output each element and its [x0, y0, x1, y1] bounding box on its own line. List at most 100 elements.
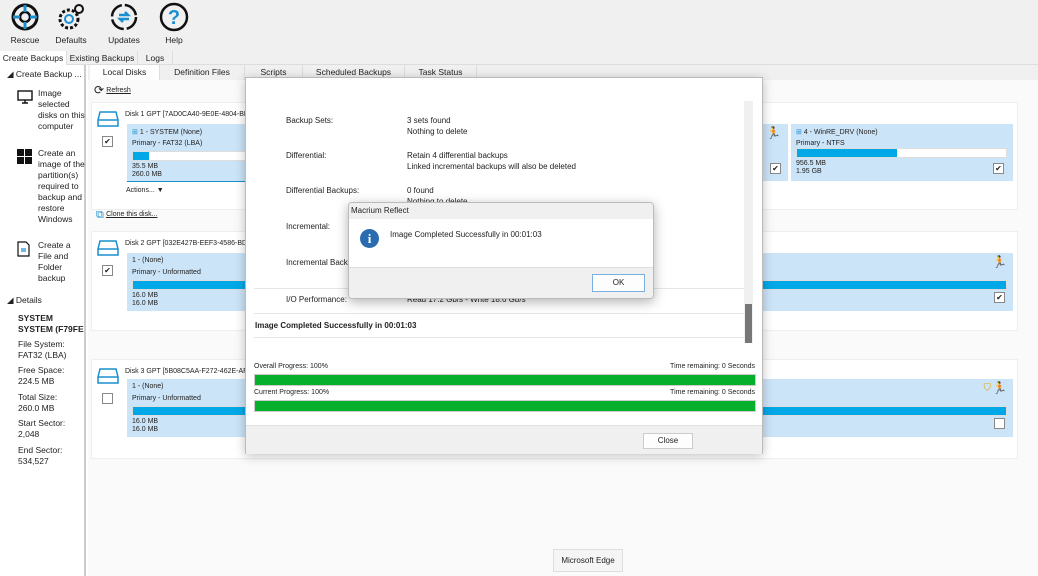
create-backup-section[interactable]: ◢ Create Backup ... — [7, 69, 82, 80]
scrollbar[interactable] — [744, 101, 753, 343]
windows-icon: ⊞ — [796, 129, 802, 136]
refresh-icon: ⟳ — [94, 83, 105, 97]
disk-title: Disk 2 GPT [032E427B-EEF3-4586-BD5F-D — [125, 240, 263, 247]
message-text: Image Completed Successfully in 00:01:03 — [390, 230, 542, 239]
message-box-title: Macrium Reflect — [349, 203, 653, 219]
partition-type: Primary - Unformatted — [132, 395, 201, 402]
end-sector: End Sector: 534,527 — [18, 445, 63, 466]
task-image-windows[interactable]: Create an image of the partition(s) requ… — [38, 148, 86, 225]
tab-create-backups[interactable]: Create Backups — [0, 51, 67, 65]
disk-title: Disk 1 GPT [7AD0CA40-9E0E-4804-BE1D- — [125, 111, 260, 118]
details-section[interactable]: ◢ Details — [7, 295, 42, 306]
running-icon: 🏃 — [766, 126, 781, 140]
row-value-line: Linked incremental backups will also be … — [407, 162, 576, 171]
row-value-line: Retain 4 differential backups — [407, 151, 508, 160]
defaults-button[interactable]: Defaults — [49, 2, 93, 45]
free-space: Free Space: 224.5 MB — [18, 365, 65, 386]
task-file-folder[interactable]: Create a File and Folder backup — [38, 240, 86, 284]
close-button[interactable]: Close — [643, 433, 693, 449]
actions-dropdown[interactable]: Actions... ▼ — [126, 187, 164, 194]
task-image-disks[interactable]: Image selected disks on this computer — [38, 88, 86, 132]
current-progress-label: Current Progress: 100% — [254, 389, 330, 396]
ok-button[interactable]: OK — [592, 274, 645, 292]
disk-icon — [97, 111, 119, 127]
info-icon: i — [360, 229, 379, 248]
file-icon — [17, 241, 30, 257]
message-box: Macrium Reflect i Image Completed Succes… — [348, 202, 654, 299]
clone-icon: ⧉ — [96, 209, 104, 221]
overall-progress-label: Overall Progress: 100% — [254, 363, 328, 370]
start-sector: Start Sector: 2,048 — [18, 418, 66, 439]
top-tabs: Create Backups Existing Backups Logs — [0, 51, 1038, 65]
rescue-button[interactable]: Rescue — [3, 2, 47, 45]
row-label: Differential Backups: — [286, 186, 360, 195]
overall-progress-bar — [254, 374, 756, 386]
details-name: SYSTEMSYSTEM (F79FE6ED-38B4- — [18, 313, 84, 334]
partition-name: ⊞ 4 - WinRE_DRV (None) — [796, 129, 878, 136]
partition-1[interactable]: ⊞ 1 - SYSTEM (None) Primary - FAT32 (LBA… — [127, 124, 257, 182]
row-label: Differential: — [286, 151, 327, 160]
partition-size: 16.0 MB 16.0 MB — [132, 292, 159, 307]
svg-text:?: ? — [168, 7, 180, 29]
tab-definition-files[interactable]: Definition Files — [160, 65, 245, 80]
disk-icon — [97, 240, 119, 256]
running-icon: 🏃 — [992, 381, 1007, 395]
partition-checkbox[interactable] — [994, 418, 1005, 429]
monitor-icon — [17, 90, 33, 104]
partition-checkbox[interactable]: ✔ — [993, 163, 1004, 174]
message-box-footer: OK — [349, 267, 653, 298]
partition-type: Primary - Unformatted — [132, 269, 201, 276]
overall-time-remaining: Time remaining: 0 Seconds — [670, 363, 755, 370]
disk-checkbox[interactable]: ✔ — [102, 265, 113, 276]
question-icon: ? — [159, 2, 189, 32]
row-value: 3 sets found Nothing to delete — [407, 115, 468, 137]
partition-name: 1 - (None) — [132, 257, 164, 264]
partition-type: Primary - NTFS — [796, 140, 845, 147]
current-time-remaining: Time remaining: 0 Seconds — [670, 389, 755, 396]
row-value-line: 3 sets found — [407, 116, 451, 125]
usage-bar — [132, 151, 251, 161]
tab-existing-backups[interactable]: Existing Backups — [67, 51, 138, 65]
gears-icon — [58, 4, 84, 30]
refresh-icon — [110, 3, 138, 31]
usage-bar — [796, 148, 1007, 158]
partition-3[interactable]: 🏃 ✔ — [760, 124, 788, 181]
disk-checkbox[interactable]: ✔ — [102, 136, 113, 147]
partition-checkbox[interactable]: ✔ — [770, 163, 781, 174]
row-value-line: 0 found — [407, 186, 434, 195]
help-button[interactable]: ? Help — [152, 2, 196, 45]
partition-name: ⊞ 1 - SYSTEM (None) — [132, 129, 203, 136]
row-label: Incremental: — [286, 222, 331, 231]
partition-size: 956.5 MB 1.95 GB — [796, 160, 826, 175]
summary-text: Image Completed Successfully in 00:01:03 — [255, 321, 417, 330]
running-icon: 🏃 — [992, 255, 1007, 269]
refresh-button[interactable]: ⟳ Refresh — [94, 83, 131, 97]
windows-icon: ⊞ — [132, 129, 138, 136]
total-size: Total Size: 260.0 MB — [18, 392, 58, 413]
partition-type: Primary - FAT32 (LBA) — [132, 140, 203, 147]
file-system: File System: FAT32 (LBA) — [18, 339, 67, 360]
taskbar-tooltip: Microsoft Edge — [553, 549, 623, 572]
tab-local-disks[interactable]: Local Disks — [90, 65, 160, 80]
clone-disk-link[interactable]: ⧉ Clone this disk... — [96, 209, 157, 222]
partition-size: 35.5 MB 260.0 MB — [132, 163, 162, 178]
row-value: Retain 4 differential backups Linked incr… — [407, 150, 576, 172]
disk-title: Disk 3 GPT [5B08C5AA-F272-462E-AFE1- — [125, 368, 259, 375]
lifebuoy-icon — [11, 3, 39, 31]
tab-logs[interactable]: Logs — [138, 51, 173, 65]
row-label: I/O Performance: — [286, 295, 347, 304]
row-value-line: Nothing to delete — [407, 127, 468, 136]
left-pane: ◢ Create Backup ... Image selected disks… — [0, 65, 86, 576]
windows-icon — [17, 149, 32, 164]
current-progress-bar — [254, 400, 756, 412]
partition-4[interactable]: ⊞ 4 - WinRE_DRV (None) Primary - NTFS 95… — [791, 124, 1013, 181]
disk-icon — [97, 368, 119, 384]
toolbar: Rescue Defaults Updates ? Help — [0, 0, 1038, 51]
partition-name: 1 - (None) — [132, 383, 164, 390]
dialog-footer: Close — [246, 425, 762, 454]
disk-checkbox[interactable] — [102, 393, 113, 404]
updates-button[interactable]: Updates — [102, 2, 146, 45]
partition-size: 16.0 MB 16.0 MB — [132, 418, 159, 433]
shield-icon: ⛉ — [983, 383, 992, 394]
partition-checkbox[interactable]: ✔ — [994, 292, 1005, 303]
